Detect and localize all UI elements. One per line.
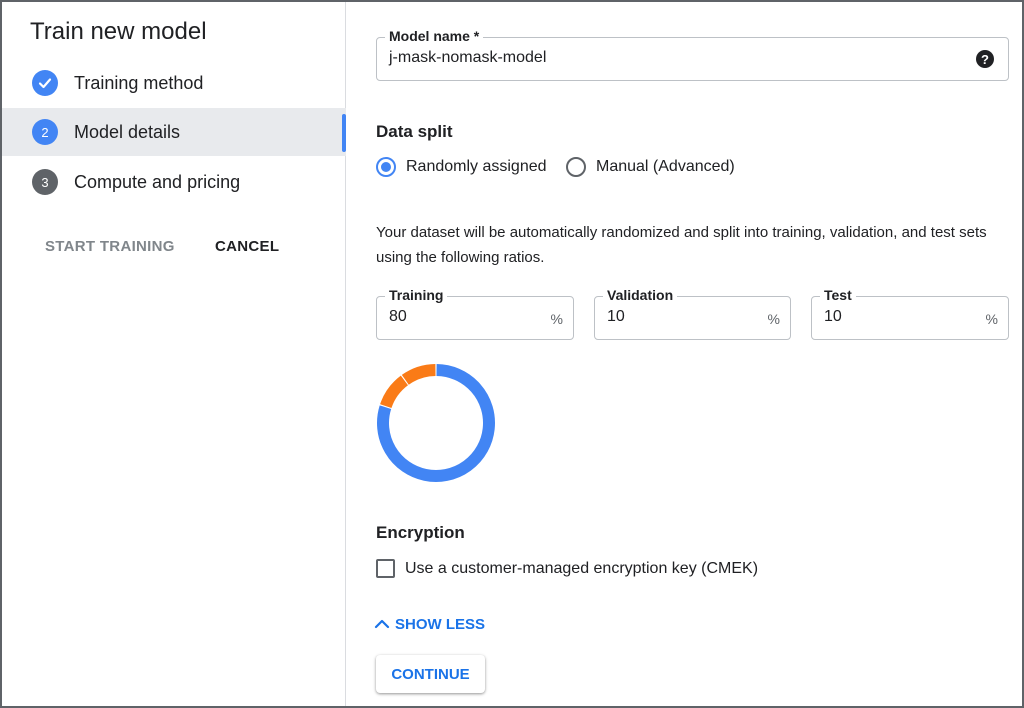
help-icon[interactable]: ?	[976, 50, 994, 68]
donut-slice-test	[401, 364, 436, 385]
split-donut-chart	[377, 364, 495, 482]
training-label: Training	[385, 287, 448, 303]
test-label: Test	[820, 287, 856, 303]
step-number-icon: 2	[32, 119, 58, 145]
chevron-up-icon	[374, 619, 390, 629]
percent-suffix: %	[550, 311, 563, 327]
model-name-value[interactable]: j-mask-nomask-model	[389, 49, 546, 67]
stepper-sidebar: Train new model Training method 2 Model …	[2, 2, 346, 706]
model-name-label: Model name *	[385, 28, 484, 44]
percent-suffix: %	[767, 311, 780, 327]
continue-button[interactable]: CONTINUE	[376, 655, 485, 693]
step-label: Model details	[74, 121, 181, 142]
radio-label: Randomly assigned	[406, 158, 547, 175]
step-training-method[interactable]: Training method	[2, 59, 346, 107]
cmek-checkbox-label: Use a customer-managed encryption key (C…	[405, 559, 759, 577]
show-less-label: SHOW LESS	[395, 615, 486, 633]
encryption-title: Encryption	[376, 523, 465, 542]
model-name-field[interactable]: Model name * j-mask-nomask-model ?	[376, 28, 1009, 81]
step-compute-pricing[interactable]: 3 Compute and pricing	[2, 158, 346, 206]
data-split-description: Your dataset will be automatically rando…	[376, 224, 987, 266]
donut-slice-validation	[380, 375, 409, 409]
sidebar-actions: START TRAINING CANCEL	[2, 234, 346, 262]
step-number-icon: 3	[32, 169, 58, 195]
test-value[interactable]: 10	[824, 308, 842, 326]
validation-value[interactable]: 10	[607, 308, 625, 326]
percent-suffix: %	[985, 311, 998, 327]
main-content: Model name * j-mask-nomask-model ? Data …	[347, 2, 1022, 706]
radio-button[interactable]	[376, 157, 396, 177]
check-icon	[32, 70, 58, 96]
radio-label: Manual (Advanced)	[596, 158, 735, 175]
radio-randomly-assigned[interactable]: Randomly assigned	[376, 157, 547, 177]
radio-button[interactable]	[566, 157, 586, 177]
page-title: Train new model	[30, 18, 207, 45]
test-percent-field[interactable]: Test 10 %	[811, 287, 1009, 340]
radio-manual-advanced[interactable]: Manual (Advanced)	[566, 157, 735, 177]
validation-label: Validation	[603, 287, 678, 303]
cmek-checkbox-row[interactable]: Use a customer-managed encryption key (C…	[376, 559, 758, 578]
step-label: Compute and pricing	[74, 171, 241, 192]
training-percent-field[interactable]: Training 80 %	[376, 287, 574, 340]
step-model-details[interactable]: 2 Model details	[2, 108, 346, 156]
validation-percent-field[interactable]: Validation 10 %	[594, 287, 791, 340]
cmek-checkbox[interactable]	[376, 559, 395, 578]
cancel-button[interactable]: CANCEL	[215, 238, 279, 255]
training-value[interactable]: 80	[389, 308, 407, 326]
start-training-button[interactable]: START TRAINING	[45, 238, 175, 255]
show-less-button[interactable]: SHOW LESS	[373, 615, 485, 633]
data-split-title: Data split	[376, 122, 453, 141]
step-label: Training method	[74, 72, 204, 93]
